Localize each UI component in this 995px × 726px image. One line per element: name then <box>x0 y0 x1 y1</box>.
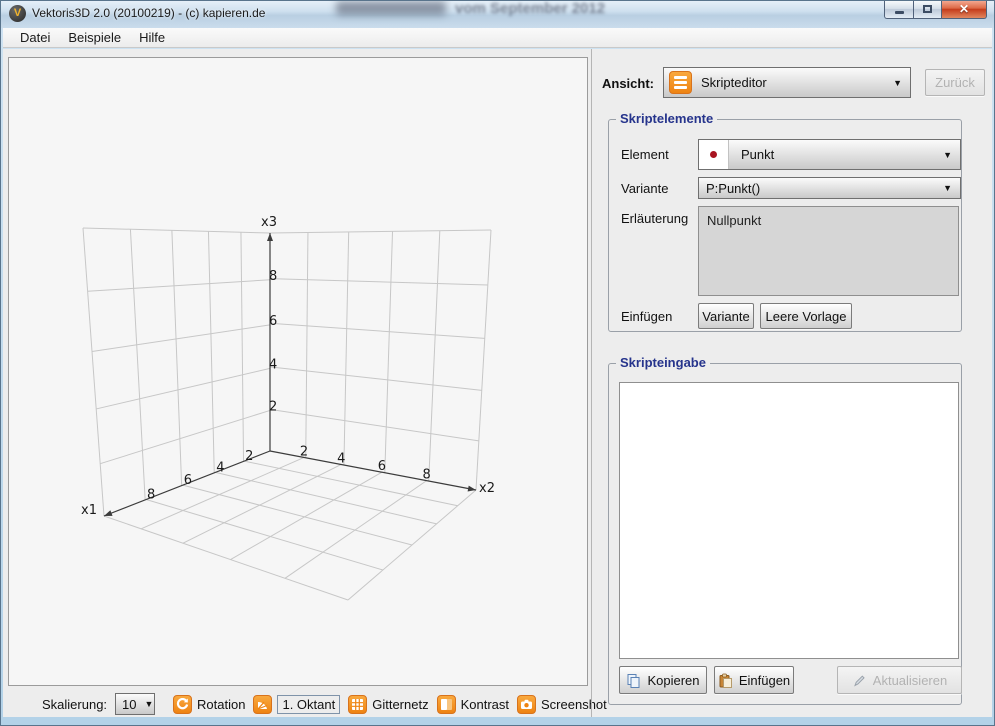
svg-text:6: 6 <box>184 473 192 488</box>
element-select[interactable]: Punkt ▼ <box>698 139 961 170</box>
client-area: 2 2 2 4 4 4 6 6 6 8 8 8 x1 x2 x3 Skalierung: 10 ▼ Rota… <box>3 49 992 717</box>
svg-text:8: 8 <box>147 488 155 503</box>
close-button[interactable]: ✕ <box>941 0 987 19</box>
svg-text:2: 2 <box>300 444 308 459</box>
svg-text:4: 4 <box>337 451 345 466</box>
gridlines-button[interactable]: Gitternetz <box>348 695 428 714</box>
script-editor-icon <box>669 71 692 94</box>
variante-select[interactable]: P:Punkt() ▼ <box>698 177 961 199</box>
contrast-button[interactable]: Kontrast <box>437 695 509 714</box>
kopieren-button[interactable]: Kopieren <box>619 666 707 694</box>
ansicht-label: Ansicht: <box>602 76 654 91</box>
element-label: Element <box>621 147 669 162</box>
minimize-button[interactable] <box>884 0 914 19</box>
camera-icon <box>517 695 536 714</box>
chevron-down-icon: ▼ <box>935 183 960 193</box>
svg-text:6: 6 <box>378 459 386 474</box>
contrast-icon <box>437 695 456 714</box>
octant-icon <box>253 695 272 714</box>
pencil-icon <box>852 673 867 688</box>
svg-text:x2: x2 <box>479 481 495 496</box>
leere-vorlage-button[interactable]: Leere Vorlage <box>760 303 852 329</box>
ansicht-select[interactable]: Skripteditor ▼ <box>663 67 911 98</box>
scaling-select[interactable]: 10 ▼ <box>115 693 155 715</box>
svg-text:2: 2 <box>269 399 277 414</box>
aktualisieren-button[interactable]: Aktualisieren <box>837 666 962 694</box>
erlaeuterung-text: Nullpunkt <box>698 206 959 296</box>
svg-text:8: 8 <box>269 269 277 284</box>
variante-label: Variante <box>621 181 668 196</box>
skriptelemente-title: Skriptelemente <box>616 111 717 126</box>
chevron-down-icon: ▼ <box>137 699 162 709</box>
einfuegen-label: Einfügen <box>621 309 672 324</box>
window-controls: ✕ <box>885 0 987 19</box>
script-input[interactable] <box>619 382 959 659</box>
maximize-button[interactable] <box>913 0 942 19</box>
skriptelemente-group: Skriptelemente Element Punkt ▼ Variante … <box>608 119 962 332</box>
script-editor-panel: Ansicht: Skripteditor ▼ Zurück Skriptele… <box>592 49 992 717</box>
octant-button[interactable]: 1. Oktant <box>253 695 340 714</box>
coordinate-system-3d[interactable]: 2 2 2 4 4 4 6 6 6 8 8 8 x1 x2 x3 <box>9 58 587 685</box>
app-logo-icon: V <box>9 5 26 22</box>
background-bleed-smudge <box>336 1 446 15</box>
app-window: V Vektoris3D 2.0 (20100219) - (c) kapier… <box>0 0 995 726</box>
copy-icon <box>626 673 641 688</box>
background-bleed-text: vom September 2012 <box>455 0 605 17</box>
chevron-down-icon: ▼ <box>885 78 910 88</box>
grid-icon <box>348 695 367 714</box>
rotation-button[interactable]: Rotation <box>173 695 245 714</box>
einfuegen-button[interactable]: Einfügen <box>714 666 794 694</box>
svg-text:4: 4 <box>216 460 224 475</box>
window-title: Vektoris3D 2.0 (20100219) - (c) kapieren… <box>32 6 265 20</box>
svg-text:2: 2 <box>245 449 253 464</box>
element-value: Punkt <box>729 147 774 162</box>
viewport-3d[interactable]: 2 2 2 4 4 4 6 6 6 8 8 8 x1 x2 x3 <box>8 57 588 686</box>
ansicht-value: Skripteditor <box>701 75 767 90</box>
skripteingabe-title: Skripteingabe <box>616 355 710 370</box>
menu-datei[interactable]: Datei <box>11 29 59 46</box>
maximize-icon <box>923 5 932 13</box>
skripteingabe-group: Skripteingabe Kopieren Einfügen Aktualis… <box>608 363 962 705</box>
variante-insert-button[interactable]: Variante <box>698 303 754 329</box>
close-icon: ✕ <box>959 2 969 16</box>
erlaeuterung-label: Erläuterung <box>621 211 688 226</box>
bottom-toolbar: Skalierung: 10 ▼ Rotation 1. Oktant <box>8 689 588 719</box>
svg-text:4: 4 <box>269 357 277 372</box>
zurueck-button[interactable]: Zurück <box>925 69 985 96</box>
point-icon <box>699 140 729 169</box>
svg-text:6: 6 <box>269 314 277 329</box>
menu-beispiele[interactable]: Beispiele <box>59 29 130 46</box>
rotation-icon <box>173 695 192 714</box>
svg-text:x1: x1 <box>81 503 97 518</box>
svg-text:x3: x3 <box>261 215 277 230</box>
scaling-value: 10 <box>122 697 136 712</box>
svg-text:8: 8 <box>422 468 430 483</box>
titlebar[interactable]: V Vektoris3D 2.0 (20100219) - (c) kapier… <box>0 0 995 28</box>
paste-icon <box>718 673 733 688</box>
scaling-label: Skalierung: <box>42 697 107 712</box>
menu-hilfe[interactable]: Hilfe <box>130 29 174 46</box>
menubar: Datei Beispiele Hilfe <box>3 28 992 48</box>
variante-value: P:Punkt() <box>706 181 760 196</box>
chevron-down-icon: ▼ <box>935 150 960 160</box>
minimize-icon <box>895 11 904 14</box>
